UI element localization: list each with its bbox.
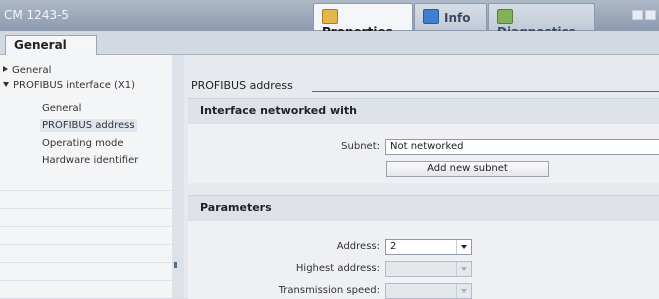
nav-item-hardware-identifier[interactable]: Hardware identifier bbox=[0, 155, 171, 172]
divider bbox=[0, 208, 171, 209]
nav-item-label: General bbox=[12, 65, 52, 76]
add-new-subnet-button[interactable]: Add new subnet bbox=[386, 161, 549, 177]
address-label: Address: bbox=[336, 241, 380, 252]
address-select[interactable]: 2 bbox=[385, 239, 472, 255]
subnet-label: Subnet: bbox=[341, 141, 380, 152]
nav-item-operating-mode[interactable]: Operating mode bbox=[0, 138, 171, 155]
divider bbox=[0, 190, 171, 191]
maximize-icon[interactable] bbox=[645, 10, 656, 20]
navigation-tree: General PROFIBUS interface (X1) General … bbox=[0, 55, 173, 298]
nav-item-label: General bbox=[42, 103, 82, 114]
section-rule bbox=[312, 91, 659, 92]
divider bbox=[0, 280, 171, 281]
chevron-down-icon[interactable] bbox=[456, 240, 471, 254]
window-title: CM 1243-5 bbox=[4, 8, 70, 22]
properties-icon bbox=[322, 9, 338, 24]
tab-info[interactable]: Info bbox=[414, 3, 487, 30]
chevron-down-icon bbox=[456, 262, 471, 276]
transmission-speed-label: Transmission speed: bbox=[278, 285, 380, 296]
parameters-group: Parameters Address: 2 Highest address: T… bbox=[188, 195, 659, 299]
interface-heading: Interface networked with bbox=[188, 99, 659, 124]
nav-item-label: PROFIBUS address bbox=[40, 119, 137, 132]
section-title: PROFIBUS address bbox=[191, 79, 293, 92]
interface-group: Interface networked with Subnet: Not net… bbox=[188, 98, 659, 183]
nav-item-label: Hardware identifier bbox=[42, 155, 139, 166]
tab-general[interactable]: General bbox=[5, 35, 97, 55]
parameters-heading: Parameters bbox=[188, 196, 659, 221]
info-icon bbox=[423, 9, 439, 24]
highest-address-select[interactable] bbox=[385, 261, 472, 277]
address-value: 2 bbox=[390, 241, 397, 252]
subtab-bar: General bbox=[0, 31, 659, 55]
tab-properties[interactable]: Properties bbox=[313, 3, 413, 39]
transmission-speed-select[interactable] bbox=[385, 283, 472, 299]
expand-arrow-icon[interactable] bbox=[3, 66, 8, 72]
tab-diagnostics[interactable]: Diagnostics bbox=[488, 3, 595, 39]
divider bbox=[0, 262, 171, 263]
chevron-down-icon bbox=[456, 284, 471, 298]
nav-item-profibus-interface[interactable]: PROFIBUS interface (X1) bbox=[0, 80, 171, 97]
properties-content: PROFIBUS address Interface networked wit… bbox=[184, 55, 659, 299]
collapse-arrow-icon[interactable] bbox=[3, 82, 9, 87]
nav-item-label: Operating mode bbox=[42, 138, 124, 149]
subnet-value: Not networked bbox=[390, 141, 464, 152]
restore-icon[interactable] bbox=[632, 10, 643, 20]
diagnostics-icon bbox=[497, 9, 513, 24]
subnet-select[interactable]: Not networked bbox=[385, 139, 659, 155]
nav-item-label: PROFIBUS interface (X1) bbox=[13, 80, 136, 91]
divider bbox=[0, 244, 171, 245]
splitter-grip-icon[interactable] bbox=[174, 262, 177, 268]
nav-item-interface-general[interactable]: General bbox=[0, 103, 171, 120]
divider bbox=[0, 226, 171, 227]
tab-label: Info bbox=[444, 11, 471, 25]
title-bar: CM 1243-5 Properties Info Diagnostics bbox=[0, 0, 659, 39]
highest-address-label: Highest address: bbox=[295, 263, 380, 274]
nav-item-profibus-address[interactable]: PROFIBUS address bbox=[0, 119, 171, 137]
